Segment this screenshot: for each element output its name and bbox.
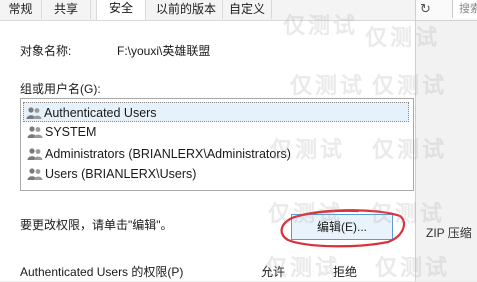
properties-dialog: 常规 共享 安全 以前的版本 自定义 对象名称: F:\youxi\英雄联盟 组… <box>0 0 416 281</box>
object-name-label: 对象名称: <box>20 44 72 58</box>
users-icon <box>27 126 43 138</box>
tab-previous-versions[interactable]: 以前的版本 <box>150 0 223 19</box>
permissions-label: Authenticated Users 的权限(P) <box>20 265 184 279</box>
deny-column-label: 拒绝 <box>333 265 358 279</box>
groups-list[interactable]: Authenticated Users SYSTEM Administrator… <box>20 98 414 191</box>
list-item-label: Administrators (BRIANLERX\Administrators… <box>45 147 291 161</box>
list-item-authenticated-users[interactable]: Authenticated Users <box>23 102 409 122</box>
edit-button[interactable]: 编辑(E)... <box>291 214 393 240</box>
object-name-value: F:\youxi\英雄联盟 <box>117 44 211 58</box>
list-item-label: Users (BRIANLERX\Users) <box>45 167 197 181</box>
groups-label: 组或用户名(G): <box>20 82 101 96</box>
tab-bar: 常规 共享 安全 以前的版本 自定义 <box>0 0 415 21</box>
change-permissions-hint: 要更改权限，请单击"编辑"。 <box>20 218 173 232</box>
permissions-header: Authenticated Users 的权限(P) 允许 拒绝 <box>20 261 415 281</box>
zip-label: ZIP 压缩 <box>426 226 472 240</box>
allow-column-label: 允许 <box>261 265 286 279</box>
list-item-label: Authenticated Users <box>44 106 157 120</box>
search-input[interactable]: 搜索 <box>452 0 477 18</box>
users-icon <box>26 107 42 119</box>
tab-general[interactable]: 常规 <box>0 0 42 19</box>
refresh-icon[interactable]: ↻ <box>420 2 434 16</box>
tab-security[interactable]: 安全 <box>96 0 146 20</box>
list-item-label: SYSTEM <box>45 125 97 139</box>
users-icon <box>27 148 43 160</box>
users-icon <box>27 168 43 180</box>
tab-sharing[interactable]: 共享 <box>42 0 91 19</box>
tab-customize[interactable]: 自定义 <box>223 0 272 19</box>
